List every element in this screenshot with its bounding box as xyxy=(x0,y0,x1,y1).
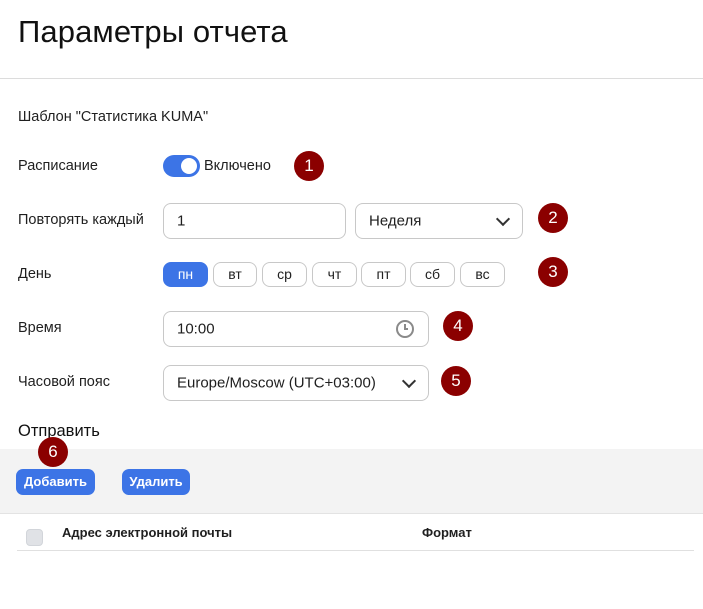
clock-icon[interactable] xyxy=(396,320,414,338)
table-header-divider xyxy=(17,550,694,551)
header-divider xyxy=(0,78,703,79)
column-header-email: Адрес электронной почты xyxy=(62,525,233,540)
day-button-mon[interactable]: пн xyxy=(163,262,208,287)
day-button-wed[interactable]: ср xyxy=(262,262,307,287)
add-button[interactable]: Добавить xyxy=(16,469,95,495)
toggle-knob xyxy=(181,158,197,174)
annotation-badge-5: 5 xyxy=(441,366,471,396)
recipients-toolbar xyxy=(0,449,703,514)
repeat-label: Повторять каждый xyxy=(18,212,144,228)
chevron-down-icon xyxy=(401,373,417,389)
time-label: Время xyxy=(18,320,62,336)
template-name: Шаблон "Статистика KUMA" xyxy=(18,109,209,125)
day-button-sun[interactable]: вс xyxy=(460,262,505,287)
column-header-format: Формат xyxy=(422,525,472,540)
repeat-count-input[interactable]: 1 xyxy=(163,203,346,239)
schedule-toggle-text: Включено xyxy=(204,158,271,174)
annotation-badge-4: 4 xyxy=(443,311,473,341)
timezone-value: Europe/Moscow (UTC+03:00) xyxy=(177,374,376,392)
page-title: Параметры отчета xyxy=(18,14,288,49)
annotation-badge-1: 1 xyxy=(294,151,324,181)
annotation-badge-2: 2 xyxy=(538,203,568,233)
day-label: День xyxy=(18,266,52,282)
day-button-tue[interactable]: вт xyxy=(213,262,257,287)
time-input[interactable]: 10:00 xyxy=(163,311,429,347)
annotation-badge-6: 6 xyxy=(38,437,68,467)
time-value: 10:00 xyxy=(177,320,215,338)
schedule-toggle[interactable] xyxy=(163,155,200,177)
repeat-unit-value: Неделя xyxy=(369,212,422,230)
day-button-fri[interactable]: пт xyxy=(361,262,406,287)
delete-button[interactable]: Удалить xyxy=(122,469,190,495)
annotation-badge-3: 3 xyxy=(538,257,568,287)
select-all-checkbox[interactable] xyxy=(26,529,43,546)
repeat-unit-select[interactable]: Неделя xyxy=(355,203,523,239)
chevron-down-icon xyxy=(495,211,511,227)
timezone-select[interactable]: Europe/Moscow (UTC+03:00) xyxy=(163,365,429,401)
timezone-label: Часовой пояс xyxy=(18,374,110,390)
repeat-count-value: 1 xyxy=(177,212,186,230)
schedule-label: Расписание xyxy=(18,158,98,174)
day-button-thu[interactable]: чт xyxy=(312,262,357,287)
day-button-sat[interactable]: сб xyxy=(410,262,455,287)
